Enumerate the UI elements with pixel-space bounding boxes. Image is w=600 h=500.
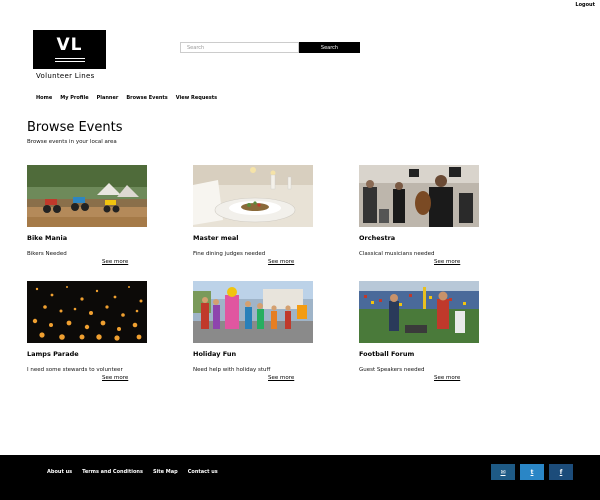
event-card: Lamps Parade I need some stewards to vol… xyxy=(27,281,167,381)
logout-link[interactable]: Logout xyxy=(575,2,595,8)
see-more-link[interactable]: See more xyxy=(268,375,294,381)
footer-link-contact-us[interactable]: Contact us xyxy=(188,469,218,475)
footer-links: About us Terms and Conditions Site Map C… xyxy=(47,469,228,475)
event-description: I need some stewards to volunteer xyxy=(27,367,123,373)
football-photo-icon[interactable] xyxy=(359,281,479,343)
site-name: Volunteer Lines xyxy=(36,72,95,80)
facebook-icon[interactable]: f xyxy=(549,464,573,480)
logo-underline xyxy=(55,58,85,59)
logo-underline xyxy=(55,61,85,62)
search-button[interactable]: Search xyxy=(299,42,360,53)
logo[interactable]: VL xyxy=(33,30,106,69)
nav-my-profile[interactable]: My Profile xyxy=(60,95,88,101)
event-title: Football Forum xyxy=(359,350,415,358)
motocross-photo-icon[interactable] xyxy=(27,165,147,227)
event-card: Football Forum Guest Speakers needed See… xyxy=(359,281,499,381)
twitter-icon[interactable]: t xyxy=(520,464,544,480)
footer-link-about-us[interactable]: About us xyxy=(47,469,72,475)
main-nav: Home My Profile Planner Browse Events Vi… xyxy=(36,95,225,101)
nav-view-requests[interactable]: View Requests xyxy=(176,95,217,101)
page-subtitle: Browse events in your local area xyxy=(27,139,117,145)
see-more-link[interactable]: See more xyxy=(434,259,460,265)
event-title: Lamps Parade xyxy=(27,350,79,358)
email-icon[interactable]: ✉ xyxy=(491,464,515,480)
event-description: Guest Speakers needed xyxy=(359,367,425,373)
event-title: Orchestra xyxy=(359,234,396,242)
nav-home[interactable]: Home xyxy=(36,95,52,101)
footer: About us Terms and Conditions Site Map C… xyxy=(0,455,600,500)
see-more-link[interactable]: See more xyxy=(102,375,128,381)
footer-link-site-map[interactable]: Site Map xyxy=(153,469,178,475)
orchestra-photo-icon[interactable] xyxy=(359,165,479,227)
see-more-link[interactable]: See more xyxy=(268,259,294,265)
footer-link-terms[interactable]: Terms and Conditions xyxy=(82,469,143,475)
event-card: Master meal Fine dining judges needed Se… xyxy=(193,165,333,265)
event-title: Bike Mania xyxy=(27,234,68,242)
event-title: Master meal xyxy=(193,234,239,242)
event-title: Holiday Fun xyxy=(193,350,237,358)
event-card: Holiday Fun Need help with holiday stuff… xyxy=(193,281,333,381)
event-description: Need help with holiday stuff xyxy=(193,367,271,373)
event-card: Orchestra Classical musicians needed See… xyxy=(359,165,499,265)
see-more-link[interactable]: See more xyxy=(434,375,460,381)
search-input[interactable] xyxy=(180,42,299,53)
parade-photo-icon[interactable] xyxy=(193,281,313,343)
event-description: Classical musicians needed xyxy=(359,251,435,257)
lanterns-photo-icon[interactable] xyxy=(27,281,147,343)
see-more-link[interactable]: See more xyxy=(102,259,128,265)
nav-planner[interactable]: Planner xyxy=(97,95,119,101)
dinner-plate-photo-icon[interactable] xyxy=(193,165,313,227)
logo-letters: VL xyxy=(56,35,83,55)
event-card: Bike Mania Bikers Needed See more xyxy=(27,165,167,265)
event-description: Fine dining judges needed xyxy=(193,251,266,257)
nav-browse-events[interactable]: Browse Events xyxy=(126,95,167,101)
event-description: Bikers Needed xyxy=(27,251,67,257)
page-title: Browse Events xyxy=(27,120,123,135)
